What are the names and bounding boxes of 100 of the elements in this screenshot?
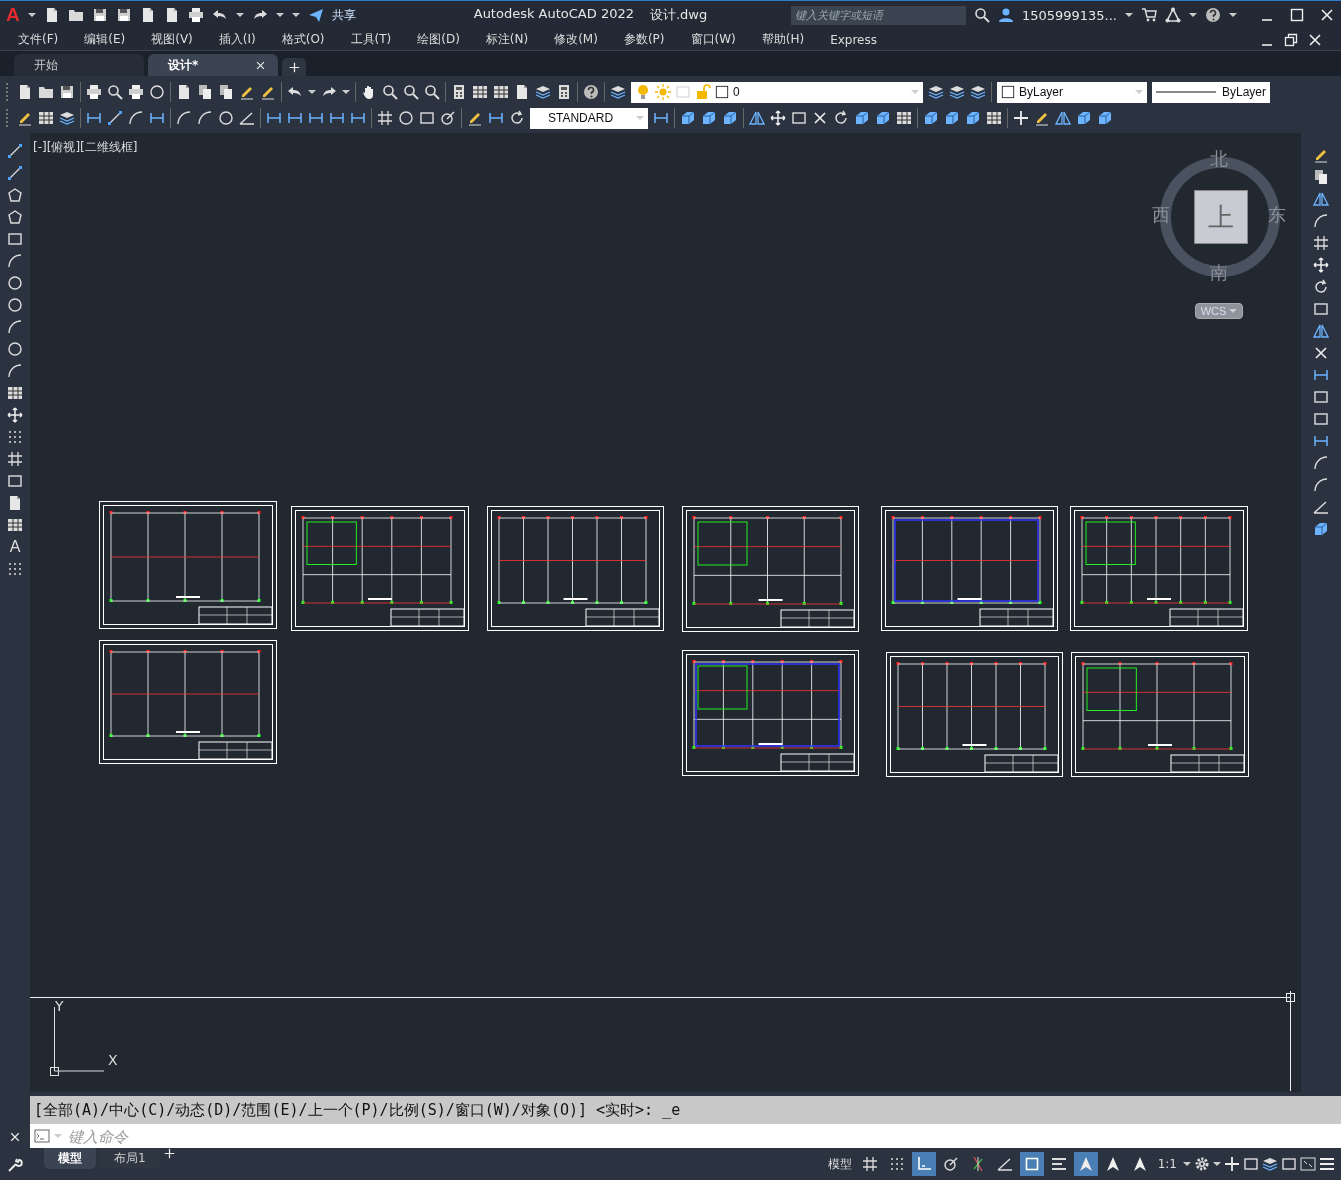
calculator-icon[interactable] [451,84,467,100]
calculator-icon[interactable] [556,84,572,100]
help-icon[interactable] [1205,7,1221,23]
menu-item[interactable]: 帮助(H) [761,31,817,48]
printer-icon[interactable] [128,84,144,100]
table-icon[interactable] [493,84,509,100]
menu-icon[interactable] [1319,1156,1335,1172]
mirror-icon[interactable] [1313,323,1329,339]
rectangle-icon[interactable] [7,473,23,489]
save-icon[interactable] [115,7,132,23]
search-field[interactable]: 键入关键字或短语 [790,5,966,25]
copy-icon[interactable] [1313,169,1329,185]
rectangle-icon[interactable] [1313,411,1329,427]
pencil-icon[interactable] [1313,147,1329,163]
pencil-icon[interactable] [17,110,33,126]
document-icon[interactable] [17,84,33,100]
zoom-icon[interactable] [107,84,123,100]
dimension-icon[interactable] [1313,433,1329,449]
cube-icon[interactable] [875,110,891,126]
plus-icon[interactable] [288,61,300,73]
save-icon[interactable] [59,84,75,100]
grid-icon[interactable] [377,110,393,126]
layout-tab[interactable]: 模型 [44,1148,96,1169]
close-icon[interactable] [255,59,266,71]
user-icon[interactable] [997,7,1014,23]
caret-icon[interactable] [1125,13,1133,17]
close-icon[interactable] [1319,7,1335,23]
dot-grid-icon[interactable] [7,429,23,445]
folder-icon[interactable] [38,84,54,100]
mirror-icon[interactable] [1313,191,1329,207]
cube-icon[interactable] [944,110,960,126]
dimension-icon[interactable] [287,110,303,126]
rectangle-icon[interactable] [1243,1156,1259,1172]
cube-icon[interactable] [854,110,870,126]
pencil-icon[interactable] [467,110,483,126]
table-icon[interactable] [7,385,23,401]
terminal-icon[interactable] [34,1128,50,1144]
close-icon[interactable] [1307,31,1323,48]
polygon-icon[interactable] [7,209,23,225]
dot-grid-icon[interactable] [7,561,23,577]
viewcube-face[interactable]: 上 [1194,190,1248,244]
menu-item[interactable]: Express [830,32,889,47]
angle-icon[interactable] [1313,499,1329,515]
move-icon[interactable] [7,407,23,423]
pencil-icon[interactable] [1034,110,1050,126]
circle-icon[interactable] [7,341,23,357]
layers-icon[interactable] [949,84,965,100]
document-icon[interactable] [176,84,192,100]
line-icon[interactable] [107,110,123,126]
cube-icon[interactable] [722,110,738,126]
arc-icon[interactable] [7,253,23,269]
triangle-nodes-icon[interactable] [1165,7,1181,23]
save-icon[interactable] [91,7,108,23]
rectangle-icon[interactable] [7,231,23,247]
layer-dropdown[interactable]: 0 [631,81,923,103]
dimension-icon[interactable] [1313,367,1329,383]
rectangle-icon[interactable] [1281,1156,1297,1172]
rectangle-icon[interactable] [419,110,435,126]
circle-icon[interactable] [7,275,23,291]
file-tab[interactable]: 开始 [14,54,144,76]
search-icon[interactable] [973,7,990,23]
restore-icon[interactable] [1283,31,1299,48]
cube-icon[interactable] [923,110,939,126]
printer-icon[interactable] [86,84,102,100]
cart-icon[interactable] [1141,7,1157,23]
menu-item[interactable]: 参数(P) [623,31,677,48]
arc-icon[interactable] [7,363,23,379]
cube-icon[interactable] [965,110,981,126]
lightbulb-icon[interactable] [635,84,651,100]
caret-icon[interactable] [308,90,316,94]
layers-icon[interactable] [1262,1156,1278,1172]
file-tab[interactable]: 设计* [148,54,278,76]
arc-icon[interactable] [176,110,192,126]
zoom-icon[interactable] [403,84,419,100]
paper-plane-icon[interactable] [307,7,324,23]
new-tab-button[interactable] [282,58,306,76]
square-icon[interactable] [1001,85,1015,99]
menu-item[interactable]: 绘图(D) [417,31,472,48]
arc-icon[interactable] [1313,213,1329,229]
grid-icon[interactable] [1313,235,1329,251]
command-field[interactable]: 键入命令 [30,1124,1341,1148]
pencil-icon[interactable] [239,84,255,100]
menu-item[interactable]: 格式(O) [281,31,337,48]
cube-icon[interactable] [1076,110,1092,126]
polygon-icon[interactable] [7,187,23,203]
rotate-icon[interactable] [833,110,849,126]
rectangle-icon[interactable] [791,110,807,126]
command-input[interactable]: 键入命令 [66,1126,1341,1146]
copy-icon[interactable] [218,84,234,100]
menu-item[interactable]: 编辑(E) [84,31,138,48]
square-icon[interactable] [715,85,729,99]
circle-icon[interactable] [398,110,414,126]
text-style-dropdown[interactable]: STANDARD [530,107,648,129]
line-icon[interactable] [7,165,23,181]
caret-icon[interactable] [342,90,350,94]
dimension-icon[interactable] [488,110,504,126]
menu-item[interactable]: 文件(F) [18,31,71,48]
arc-icon[interactable] [197,110,213,126]
table-icon[interactable] [38,110,54,126]
caret-icon[interactable] [27,13,36,17]
